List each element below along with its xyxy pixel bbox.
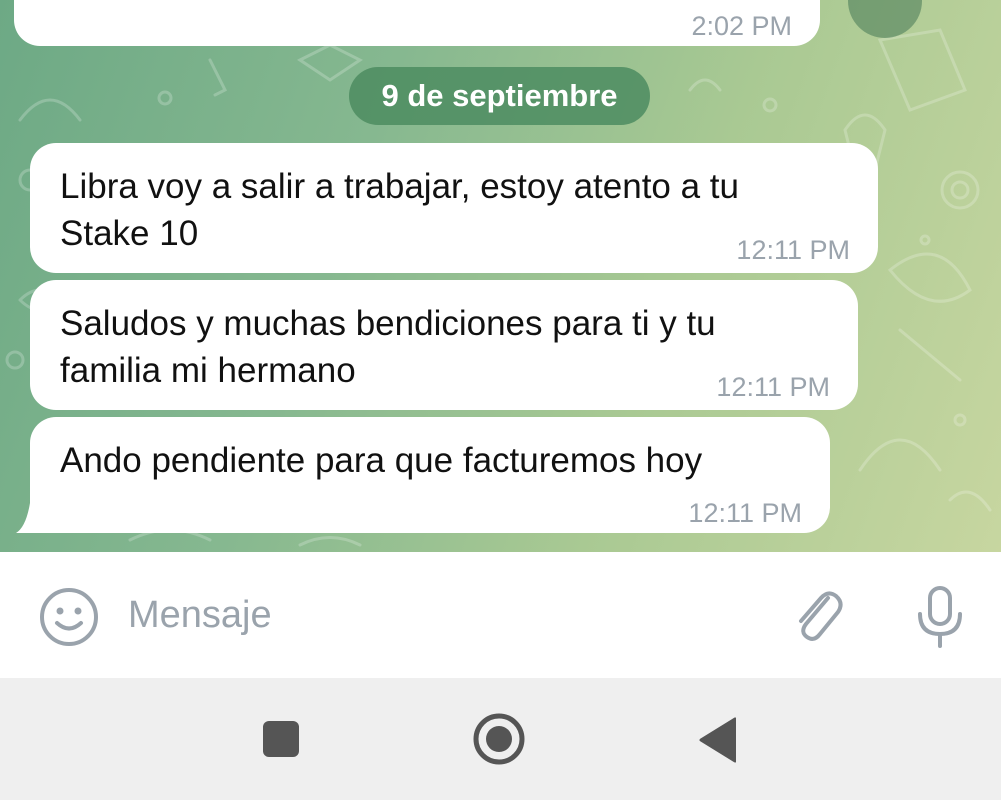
message-bubble[interactable]: Libra voy a salir a trabajar, estoy aten… [30, 143, 878, 273]
message-time: 12:11 PM [716, 372, 830, 402]
bubble-tail [16, 503, 30, 533]
date-separator: 9 de septiembre [349, 67, 650, 125]
message-bubble[interactable]: Saludos y muchas bendiciones para ti y t… [30, 280, 858, 410]
system-navigation-bar [0, 678, 1001, 800]
message-time: 12:11 PM [688, 498, 802, 528]
message-bubble[interactable]: Ando pendiente para que facturemos hoy 1… [30, 417, 830, 533]
home-circle-icon[interactable] [472, 712, 526, 771]
message-text-line: Ando pendiente para que facturemos hoy [60, 441, 703, 480]
telegram-chat-screen: 2:02 PM 9 de septiembre Libra voy a sali… [0, 0, 1001, 800]
message-text-line: familia mi hermano [60, 351, 356, 390]
microphone-icon[interactable] [912, 584, 968, 655]
previous-message-bubble[interactable]: 2:02 PM [14, 0, 820, 46]
message-text-line: Saludos y muchas bendiciones para ti y t… [60, 304, 716, 343]
message-text-line: Libra voy a salir a trabajar, estoy aten… [60, 167, 739, 206]
message-input[interactable]: Mensaje [128, 594, 272, 637]
message-time: 12:11 PM [736, 235, 850, 265]
recents-square-icon[interactable] [262, 720, 300, 763]
message-time: 2:02 PM [691, 11, 792, 41]
message-text-line: Stake 10 [60, 214, 199, 253]
back-triangle-icon[interactable] [698, 717, 737, 768]
chat-area[interactable]: 2:02 PM 9 de septiembre Libra voy a sali… [0, 0, 1001, 552]
emoji-icon[interactable] [38, 586, 100, 653]
message-composer: Mensaje [0, 552, 1001, 678]
attach-icon[interactable] [788, 584, 848, 653]
